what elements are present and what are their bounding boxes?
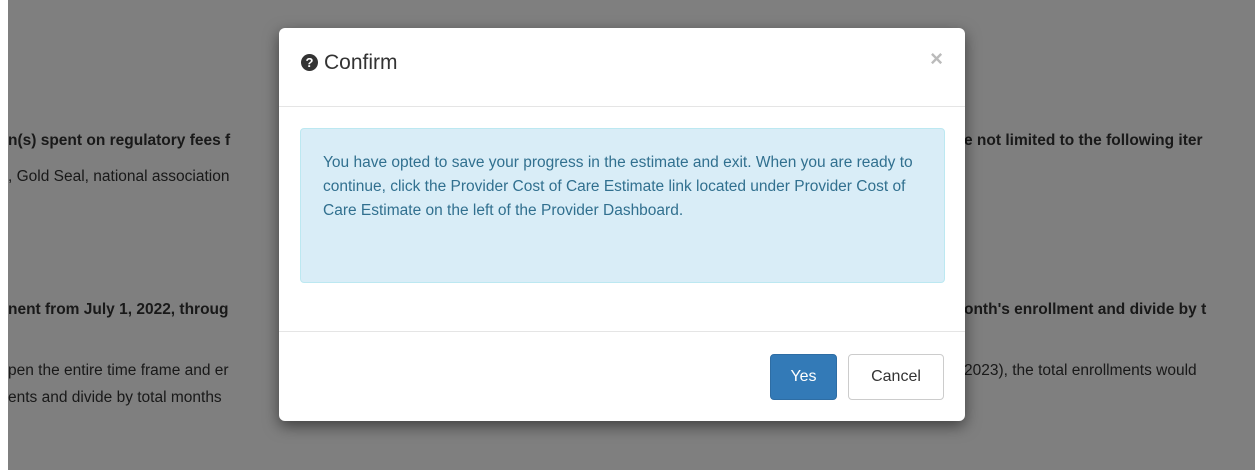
- modal-header: ? Confirm ×: [279, 28, 965, 107]
- cancel-button[interactable]: Cancel: [848, 354, 944, 400]
- question-circle-icon: ?: [301, 54, 318, 71]
- modal-title: Confirm: [324, 51, 398, 74]
- yes-button[interactable]: Yes: [770, 354, 837, 400]
- close-button[interactable]: ×: [930, 48, 943, 70]
- info-alert: You have opted to save your progress in …: [300, 128, 945, 283]
- confirm-dialog: ? Confirm × You have opted to save your …: [279, 28, 965, 421]
- modal-footer: Yes Cancel: [279, 331, 965, 422]
